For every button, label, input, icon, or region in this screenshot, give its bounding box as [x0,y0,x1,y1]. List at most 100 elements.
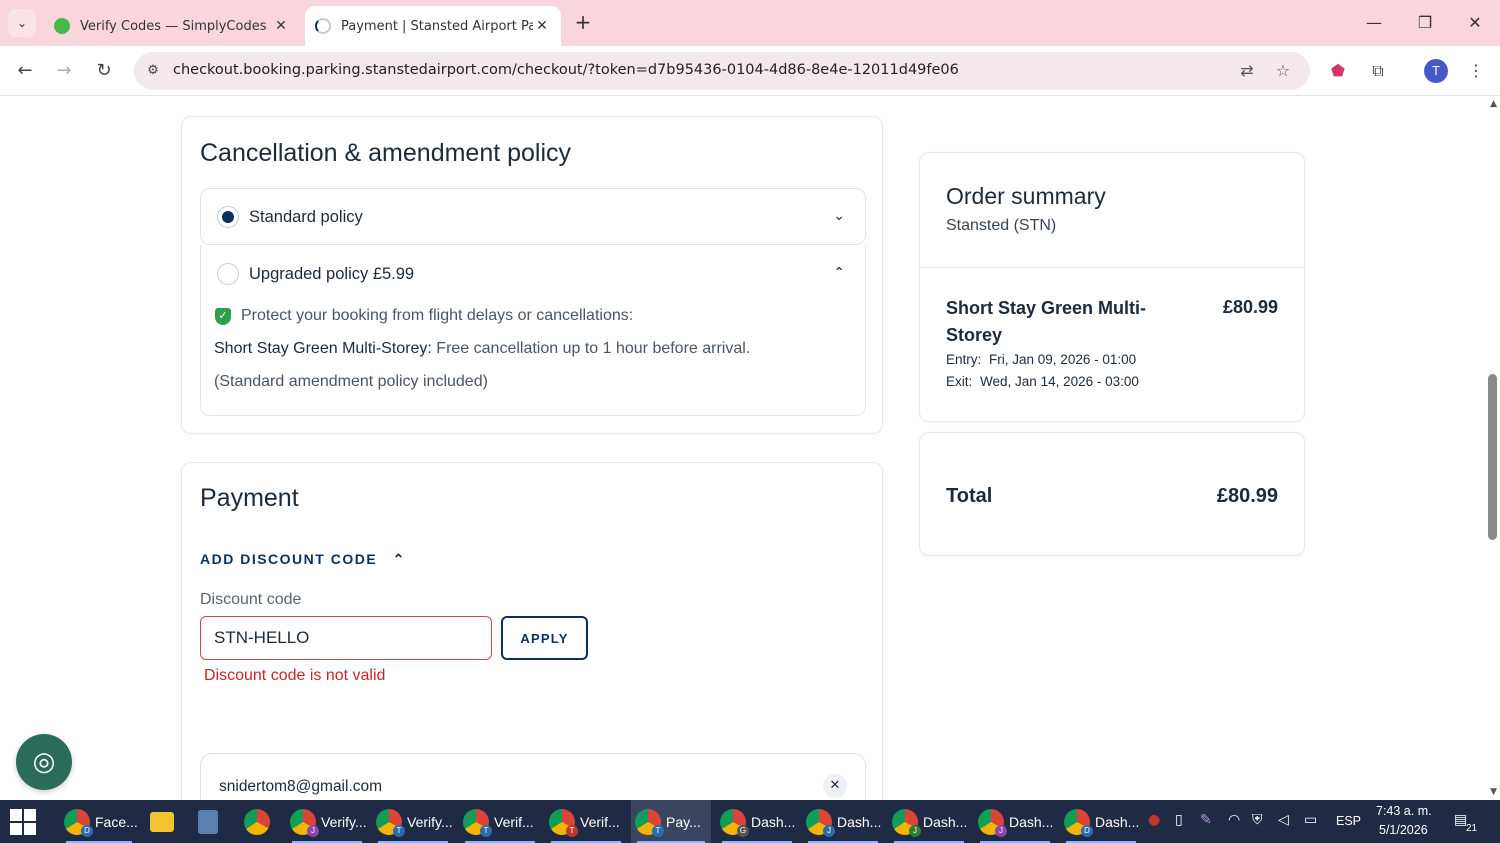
entry-datetime: Entry: Fri, Jan 09, 2026 - 01:00 [946,352,1136,367]
tab-title: Verify Codes — SimplyCodes [80,18,267,34]
chevron-up-icon: ⌃ [392,551,406,567]
taskbar-chrome-dash-3[interactable]: J Dash... [888,800,970,843]
taskbar-chrome-dash-4[interactable]: J Dash... [974,800,1056,843]
scrollbar-thumb[interactable] [1488,374,1497,540]
close-tab-icon[interactable]: ✕ [272,18,290,34]
entry-label: Entry: [946,352,982,367]
exit-value: Wed, Jan 14, 2026 - 03:00 [980,374,1139,389]
taskbar-chrome-verify-1[interactable]: J Verify... [286,800,368,843]
wifi-icon[interactable]: ◠ [1228,812,1240,828]
apply-discount-button[interactable]: APPLY [501,616,588,660]
parking-product-price: £80.99 [1222,297,1278,317]
entry-value: Fri, Jan 09, 2026 - 01:00 [989,352,1137,367]
close-icon: ✕ [829,778,841,793]
usb-icon[interactable]: ▯ [1175,812,1183,828]
tab-title: Payment | Stansted Airport Park [341,18,533,34]
arrow-left-icon: ← [17,60,33,81]
security-shield-icon[interactable]: ⛨ [1252,812,1263,828]
chrome-icon: J [290,808,319,837]
taskbar-app-label: Pay... [666,813,701,830]
add-discount-code-toggle[interactable]: ADD DISCOUNT CODE ⌃ [200,551,406,568]
url-text[interactable]: checkout.booking.parking.stanstedairport… [173,62,959,78]
volume-icon[interactable]: ◁ [1278,812,1289,828]
taskbar-app-label: Dash... [1009,813,1054,830]
taskbar-chrome-verify-4[interactable]: T Verif... [545,800,627,843]
forward-button[interactable]: → [50,57,78,85]
address-bar[interactable]: ⚙ checkout.booking.parking.stanstedairpo… [134,52,1310,90]
standard-policy-label: Standard policy [249,208,363,226]
cancellation-card: Cancellation & amendment policy Standard… [181,116,883,434]
taskbar-calculator[interactable] [194,800,234,843]
clock-date[interactable]: 5/1/2026 [1379,823,1428,837]
clock-time[interactable]: 7:43 a. m. [1376,804,1432,818]
pen-icon[interactable]: ✎ [1200,812,1212,828]
upgraded-policy-option[interactable]: Upgraded policy £5.99 ⌃ ✓ Protect your b… [200,245,866,416]
input-language[interactable]: ESP [1336,814,1361,828]
standard-policy-option[interactable]: Standard policy ⌄ [200,188,866,245]
taskbar-app-label: Face... [95,813,138,830]
restore-button[interactable]: ❐ [1405,10,1445,36]
notification-count: 21 [1466,823,1478,834]
close-tab-icon[interactable]: ✕ [533,18,551,34]
site-info-icon[interactable]: ⚙ [142,60,164,82]
reload-button[interactable]: ↻ [90,57,118,85]
total-value: £80.99 [1216,485,1278,507]
order-summary-title: Order summary [946,183,1106,209]
exit-label: Exit: [946,374,973,389]
upgraded-policy-radio[interactable] [217,263,239,285]
chrome-icon: D [1064,808,1093,837]
exit-datetime: Exit: Wed, Jan 14, 2026 - 03:00 [946,374,1139,389]
extensions-puzzle-icon[interactable]: ⧉ [1365,58,1391,84]
bookmark-star-icon[interactable]: ☆ [1272,60,1294,82]
taskbar-app-label: Dash... [837,813,882,830]
extension-shield-icon[interactable]: ⬟ [1325,58,1351,84]
new-tab-button[interactable]: + [570,10,596,36]
chrome-icon: T [635,808,664,837]
tab-search-button[interactable]: ⌄ [8,9,36,37]
arrow-right-icon: → [56,60,72,81]
cookie-icon: ◎ [32,747,56,777]
protect-text: Protect your booking from flight delays … [241,307,634,324]
folder-icon [150,811,174,832]
taskbar-chrome-facebook[interactable]: D Face... [60,800,138,843]
cookie-settings-button[interactable]: ◎ [16,734,72,790]
order-summary-card: Order summary Stansted (STN) Short Stay … [919,152,1305,422]
tab-bar: ⌄ Verify Codes — SimplyCodes ✕ Payment |… [0,0,1500,46]
taskbar-chrome-dash-5[interactable]: D Dash... [1060,800,1142,843]
taskbar-app-label: Dash... [751,813,796,830]
menu-kebab-icon[interactable]: ⋮ [1463,58,1489,84]
email-field[interactable]: snidertom8@gmail.com ✕ [200,753,866,800]
taskbar-chrome-verify-3[interactable]: T Verif... [459,800,541,843]
standard-policy-radio[interactable] [217,206,239,228]
chevron-up-icon[interactable]: ⌃ [833,265,845,281]
translate-icon[interactable]: ⇄ [1236,60,1258,82]
discount-code-input[interactable] [200,616,492,660]
close-window-button[interactable]: ✕ [1455,10,1495,36]
tray-app-icon[interactable]: ● [1148,812,1160,828]
chevron-down-icon[interactable]: ⌄ [833,208,845,224]
taskbar-app-label: Verify... [407,813,453,830]
loading-spinner-icon [315,18,331,34]
windows-taskbar: D Face... J Verify... T Verify... T Veri… [0,800,1500,843]
taskbar-chrome[interactable] [240,800,280,843]
windows-start-button[interactable] [10,809,36,835]
scroll-down-arrow-icon[interactable]: ▼ [1490,787,1497,797]
page-scrollbar[interactable]: ▲ ▼ [1484,96,1500,800]
profile-avatar[interactable]: T [1424,59,1448,83]
clear-email-button[interactable]: ✕ [823,774,847,798]
battery-icon[interactable]: ▭ [1304,812,1317,828]
reload-icon: ↻ [96,60,112,81]
profile-initial: T [1432,64,1440,78]
taskbar-file-explorer[interactable] [146,800,186,843]
taskbar-chrome-verify-2[interactable]: T Verify... [372,800,454,843]
taskbar-chrome-payment[interactable]: T Pay... [631,800,711,843]
tab-verify-codes[interactable]: Verify Codes — SimplyCodes ✕ [44,6,300,46]
chrome-icon: J [978,808,1007,837]
taskbar-app-label: Verif... [580,813,620,830]
taskbar-chrome-dash-1[interactable]: G Dash... [716,800,798,843]
tab-payment[interactable]: Payment | Stansted Airport Park ✕ [305,6,561,46]
back-button[interactable]: ← [11,57,39,85]
taskbar-chrome-dash-2[interactable]: J Dash... [802,800,884,843]
scroll-up-arrow-icon[interactable]: ▲ [1490,99,1497,109]
minimize-button[interactable]: — [1354,10,1394,36]
